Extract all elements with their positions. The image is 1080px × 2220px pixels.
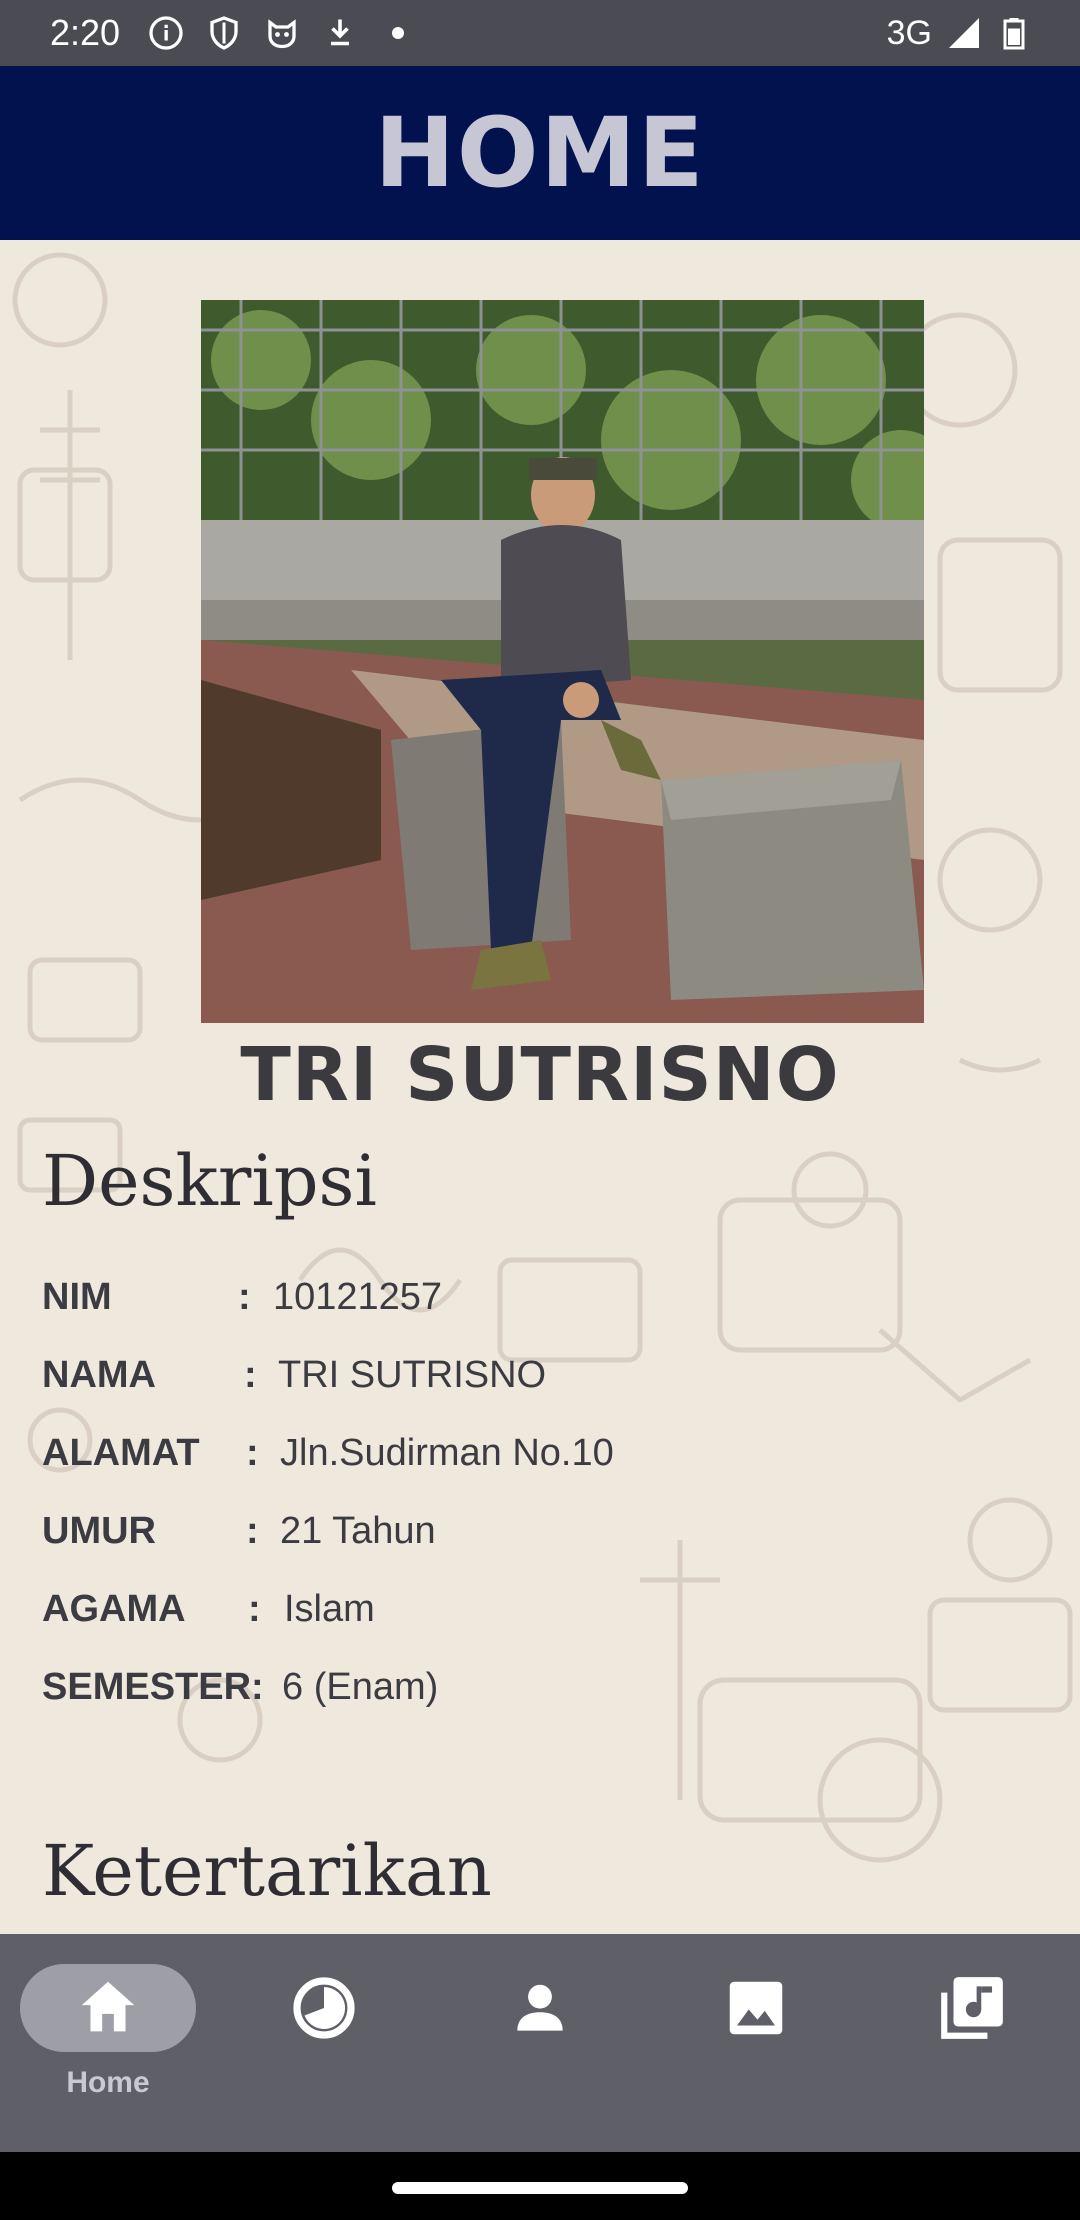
profile-photo <box>201 300 924 1023</box>
home-icon <box>81 1981 135 2032</box>
info-row-nama: NAMA : TRI SUTRISNO <box>42 1345 546 1405</box>
home-gesture-handle[interactable] <box>392 2182 688 2194</box>
info-value: 21 Tahun <box>280 1509 436 1552</box>
info-row-umur: UMUR : 21 Tahun <box>42 1501 436 1561</box>
info-value: Jln.Sudirman No.10 <box>280 1431 614 1474</box>
nav-label-home: Home <box>66 2066 150 2099</box>
info-colon: : <box>246 1431 259 1474</box>
status-bar: 2:20 3G <box>0 0 1080 66</box>
info-value: 10121257 <box>273 1275 443 1318</box>
signal-icon <box>949 18 979 48</box>
nav-icon-wrap <box>668 1964 844 2052</box>
info-colon: : <box>238 1275 251 1318</box>
description-title: Deskripsi <box>42 1140 377 1222</box>
bottom-navigation: Home <box>0 1934 1080 2152</box>
info-value: TRI SUTRISNO <box>278 1353 547 1396</box>
nav-item-profile[interactable] <box>450 1964 630 2134</box>
profile-content[interactable]: TRI SUTRISNO Deskripsi NIM : 10121257 NA… <box>0 240 1080 1934</box>
interests-title: Ketertarikan <box>42 1830 492 1912</box>
nav-item-history[interactable] <box>234 1964 414 2134</box>
info-value: 6 (Enam) <box>282 1665 439 1708</box>
info-icon <box>149 16 183 50</box>
info-colon: : <box>244 1353 257 1396</box>
profile-name: TRI SUTRISNO <box>240 1032 840 1118</box>
nav-active-indicator <box>20 1964 196 2052</box>
info-label: ALAMAT <box>42 1431 200 1474</box>
info-colon: : <box>246 1509 259 1552</box>
image-icon <box>729 1981 783 2035</box>
status-time: 2:20 <box>50 12 121 53</box>
info-row-alamat: ALAMAT : Jln.Sudirman No.10 <box>42 1423 614 1483</box>
status-notification-icons <box>148 15 416 51</box>
info-label: NIM <box>42 1275 112 1318</box>
battery-icon <box>1003 18 1025 50</box>
info-label: UMUR <box>42 1509 156 1552</box>
music-library-icon <box>941 1977 1003 2039</box>
person-icon <box>517 1984 563 2031</box>
status-right-group: 3G <box>887 14 1032 53</box>
info-label: SEMESTER: <box>42 1665 264 1708</box>
page-title: HOME <box>374 97 706 209</box>
network-type: 3G <box>886 13 932 52</box>
info-value: Islam <box>284 1587 375 1630</box>
profile-photo-image <box>201 300 924 1023</box>
info-label: AGAMA <box>42 1587 186 1630</box>
nav-item-home[interactable]: Home <box>18 1964 198 2134</box>
nav-icon-wrap <box>452 1964 628 2052</box>
nav-item-gallery[interactable] <box>666 1964 846 2134</box>
dot-icon <box>392 27 405 39</box>
nav-item-music[interactable] <box>882 1964 1062 2134</box>
info-row-agama: AGAMA : Islam <box>42 1579 375 1639</box>
gesture-navigation-bar <box>0 2152 1080 2220</box>
nav-icon-wrap <box>236 1964 412 2052</box>
history-icon <box>293 1977 355 2039</box>
shield-icon <box>210 16 238 50</box>
info-label: NAMA <box>42 1353 156 1396</box>
download-icon <box>331 19 350 46</box>
cat-face-icon <box>268 19 296 49</box>
info-row-semester: SEMESTER: 6 (Enam) <box>42 1657 438 1717</box>
info-colon: : <box>248 1587 261 1630</box>
nav-icon-wrap <box>884 1964 1060 2052</box>
app-bar: HOME <box>0 66 1080 240</box>
info-row-nim: NIM : 10121257 <box>42 1267 442 1327</box>
